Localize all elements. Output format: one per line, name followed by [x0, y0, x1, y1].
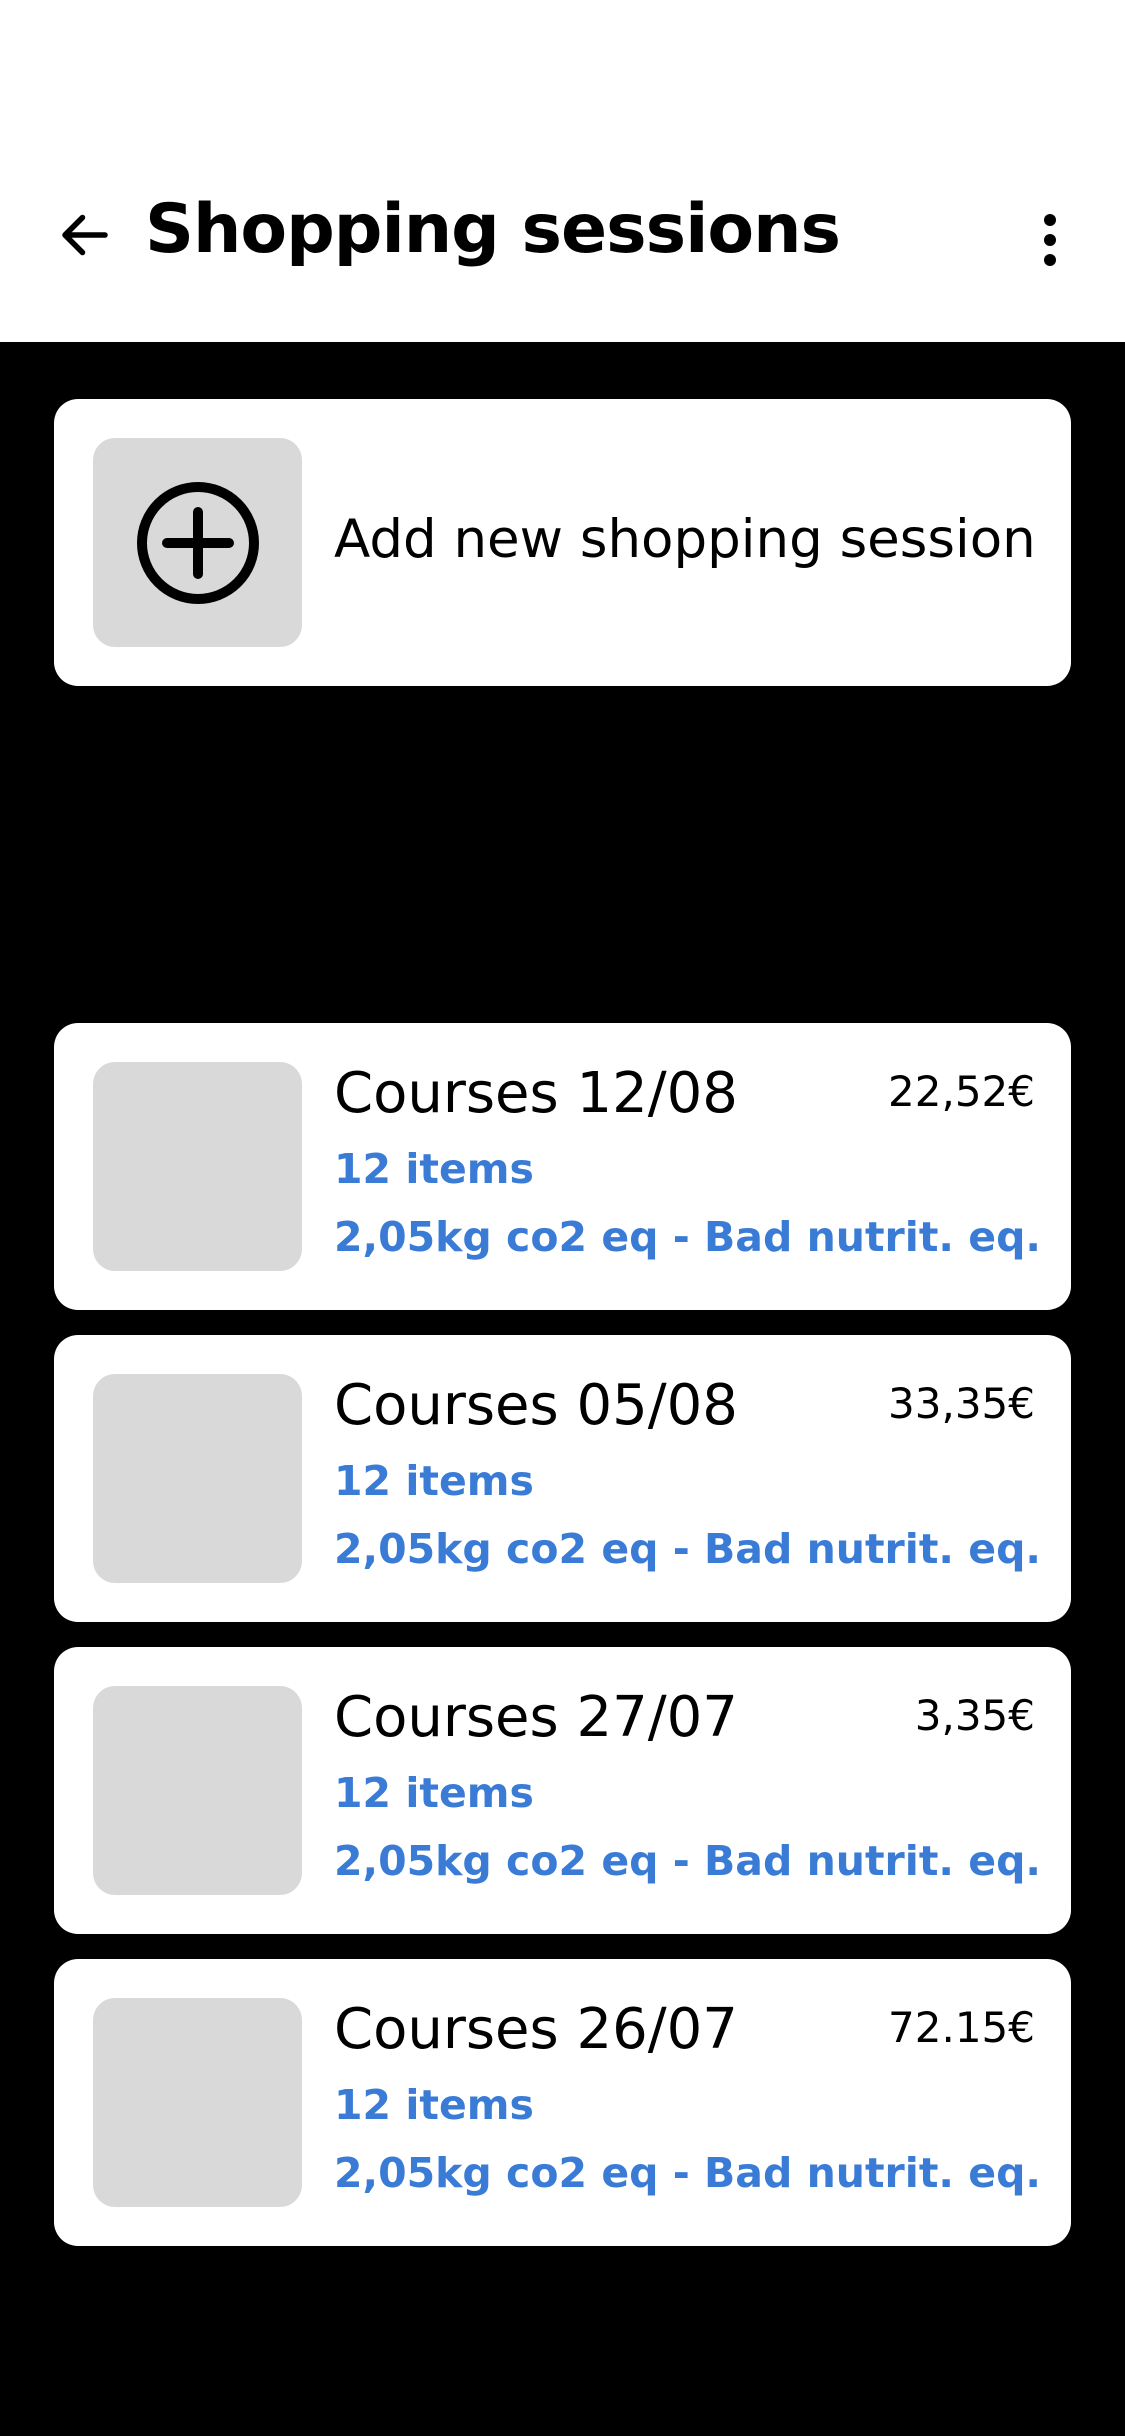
plus-circle-icon: [136, 481, 259, 604]
session-thumbnail: [93, 1998, 302, 2207]
session-items-count: 12 items: [334, 1769, 534, 1817]
session-title: Courses 26/07: [334, 1997, 738, 2062]
session-price: 33,35€: [888, 1379, 1035, 1428]
session-title: Courses 05/08: [334, 1373, 738, 1438]
more-vertical-icon: [1044, 214, 1056, 266]
session-impact: 2,05kg co2 eq - Bad nutrit. eq.: [334, 1525, 1042, 1573]
session-card[interactable]: Courses 05/08 33,35€ 12 items 2,05kg co2…: [54, 1335, 1071, 1622]
app-header: Shopping sessions: [0, 0, 1125, 342]
session-impact: 2,05kg co2 eq - Bad nutrit. eq.: [334, 1213, 1042, 1261]
session-price: 72.15€: [888, 2003, 1035, 2052]
session-price: 3,35€: [914, 1691, 1035, 1740]
arrow-left-icon: [62, 214, 108, 256]
session-title: Courses 27/07: [334, 1685, 738, 1750]
back-button[interactable]: [50, 200, 120, 270]
session-items-count: 12 items: [334, 2081, 534, 2129]
session-title: Courses 12/08: [334, 1061, 738, 1126]
session-impact: 2,05kg co2 eq - Bad nutrit. eq.: [334, 1837, 1042, 1885]
session-thumbnail: [93, 1374, 302, 1583]
more-options-button[interactable]: [1020, 200, 1080, 280]
session-items-count: 12 items: [334, 1145, 534, 1193]
add-session-label: Add new shopping session: [334, 509, 1036, 570]
session-price: 22,52€: [888, 1067, 1035, 1116]
session-card[interactable]: Courses 26/07 72.15€ 12 items 2,05kg co2…: [54, 1959, 1071, 2246]
session-card[interactable]: Courses 12/08 22,52€ 12 items 2,05kg co2…: [54, 1023, 1071, 1310]
session-thumbnail: [93, 1062, 302, 1271]
session-card[interactable]: Courses 27/07 3,35€ 12 items 2,05kg co2 …: [54, 1647, 1071, 1934]
session-thumbnail: [93, 1686, 302, 1895]
page-title: Shopping sessions: [145, 190, 841, 269]
session-items-count: 12 items: [334, 1457, 534, 1505]
add-session-thumbnail: [93, 438, 302, 647]
add-session-card[interactable]: Add new shopping session: [54, 399, 1071, 686]
session-impact: 2,05kg co2 eq - Bad nutrit. eq.: [334, 2149, 1042, 2197]
